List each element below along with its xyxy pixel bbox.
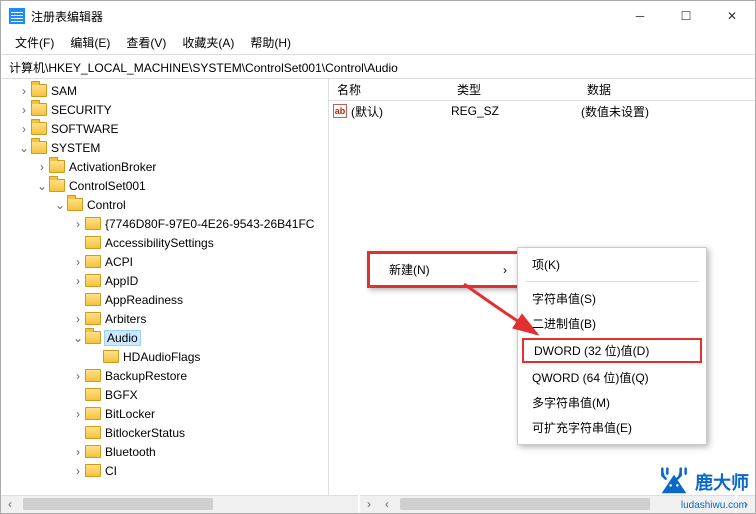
chevron-right-icon[interactable]: › [71,464,85,478]
window-controls: ─ ☐ ✕ [617,1,755,31]
scroll-left-button[interactable]: ‹ [378,495,396,513]
chevron-right-icon[interactable]: › [71,445,85,459]
chevron-right-icon[interactable]: › [71,217,85,231]
tree-activationbroker[interactable]: ›ActivationBroker [1,157,328,176]
tree-bitlocker[interactable]: ›BitLocker [1,404,328,423]
chevron-right-icon[interactable]: › [71,369,85,383]
col-data[interactable]: 数据 [579,79,755,100]
tree-ci[interactable]: ›CI [1,461,328,480]
tree-view[interactable]: ›SAM ›SECURITY ›SOFTWARE ⌄SYSTEM ›Activa… [1,79,329,495]
watermark-brand: 鹿大师 [695,469,749,495]
close-button[interactable]: ✕ [709,1,755,31]
tree-sam[interactable]: ›SAM [1,81,328,100]
tree-bitlockerstatus[interactable]: BitlockerStatus [1,423,328,442]
tree-backuprestore[interactable]: ›BackupRestore [1,366,328,385]
chevron-down-icon[interactable]: ⌄ [71,331,85,345]
regedit-icon [9,8,25,24]
menu-binary[interactable]: 二进制值(B) [518,311,706,336]
tree-hdaudioflags[interactable]: HDAudioFlags [1,347,328,366]
chevron-right-icon[interactable]: › [71,407,85,421]
row-type: REG_SZ [451,104,581,118]
col-name[interactable]: 名称 [329,79,449,100]
maximize-button[interactable]: ☐ [663,1,709,31]
menu-favorites[interactable]: 收藏夹(A) [174,32,242,53]
titlebar: 注册表编辑器 ─ ☐ ✕ [1,1,755,31]
menu-edit[interactable]: 编辑(E) [62,32,118,53]
tree-guid[interactable]: ›{7746D80F-97E0-4E26-9543-26B41FC [1,214,328,233]
context-submenu: 项(K) 字符串值(S) 二进制值(B) DWORD (32 位)值(D) QW… [517,247,707,445]
menu-dword[interactable]: DWORD (32 位)值(D) [522,338,702,363]
chevron-right-icon[interactable]: › [17,84,31,98]
tree-audio[interactable]: ⌄Audio [1,328,328,347]
tree-appid[interactable]: ›AppID [1,271,328,290]
chevron-down-icon[interactable]: ⌄ [35,179,49,193]
menu-view[interactable]: 查看(V) [118,32,174,53]
main-area: ›SAM ›SECURITY ›SOFTWARE ⌄SYSTEM ›Activa… [1,79,755,495]
chevron-right-icon[interactable]: › [35,160,49,174]
menu-new[interactable]: 新建(N)› [373,257,527,282]
tree-bluetooth[interactable]: ›Bluetooth [1,442,328,461]
menu-multi[interactable]: 多字符串值(M) [518,390,706,415]
tree-security[interactable]: ›SECURITY [1,100,328,119]
scroll-right-button[interactable]: › [360,495,378,513]
row-name: (默认) [351,103,451,120]
tree-bgfx[interactable]: BGFX [1,385,328,404]
menu-string[interactable]: 字符串值(S) [518,286,706,311]
menu-expand[interactable]: 可扩充字符串值(E) [518,415,706,440]
menu-key[interactable]: 项(K) [518,252,706,277]
context-menu-new: 新建(N)› [367,251,533,288]
menubar: 文件(F) 编辑(E) 查看(V) 收藏夹(A) 帮助(H) [1,31,755,55]
chevron-down-icon[interactable]: ⌄ [17,141,31,155]
chevron-right-icon[interactable]: › [71,312,85,326]
watermark: 鹿大师 [657,467,749,497]
chevron-right-icon[interactable]: › [71,255,85,269]
tree-appreadiness[interactable]: AppReadiness [1,290,328,309]
string-value-icon: ab [333,104,347,118]
window-title: 注册表编辑器 [31,8,617,25]
chevron-right-icon: › [503,263,507,277]
watermark-url: ludashiwu.com [681,500,747,511]
list-header: 名称 类型 数据 [329,79,755,101]
horizontal-scrollbars: ‹ › ‹ › [1,495,755,513]
menu-help[interactable]: 帮助(H) [242,32,299,53]
chevron-down-icon[interactable]: ⌄ [53,198,67,212]
tree-scrollbar[interactable] [19,495,358,513]
scroll-left-button[interactable]: ‹ [1,495,19,513]
address-bar[interactable]: 计算机\HKEY_LOCAL_MACHINE\SYSTEM\ControlSet… [1,55,755,79]
col-type[interactable]: 类型 [449,79,579,100]
row-data: (数值未设置) [581,103,649,120]
chevron-right-icon[interactable]: › [17,122,31,136]
tree-arbiters[interactable]: ›Arbiters [1,309,328,328]
tree-accessibility[interactable]: AccessibilitySettings [1,233,328,252]
tree-system[interactable]: ⌄SYSTEM [1,138,328,157]
deer-logo-icon [657,467,691,497]
list-row[interactable]: ab (默认) REG_SZ (数值未设置) [329,101,755,121]
menu-qword[interactable]: QWORD (64 位)值(Q) [518,365,706,390]
tree-controlset001[interactable]: ⌄ControlSet001 [1,176,328,195]
tree-software[interactable]: ›SOFTWARE [1,119,328,138]
minimize-button[interactable]: ─ [617,1,663,31]
list-view[interactable]: 名称 类型 数据 ab (默认) REG_SZ (数值未设置) 新建(N)› 项… [329,79,755,495]
chevron-right-icon[interactable]: › [71,274,85,288]
tree-control[interactable]: ⌄Control [1,195,328,214]
tree-acpi[interactable]: ›ACPI [1,252,328,271]
menu-file[interactable]: 文件(F) [7,32,62,53]
chevron-right-icon[interactable]: › [17,103,31,117]
